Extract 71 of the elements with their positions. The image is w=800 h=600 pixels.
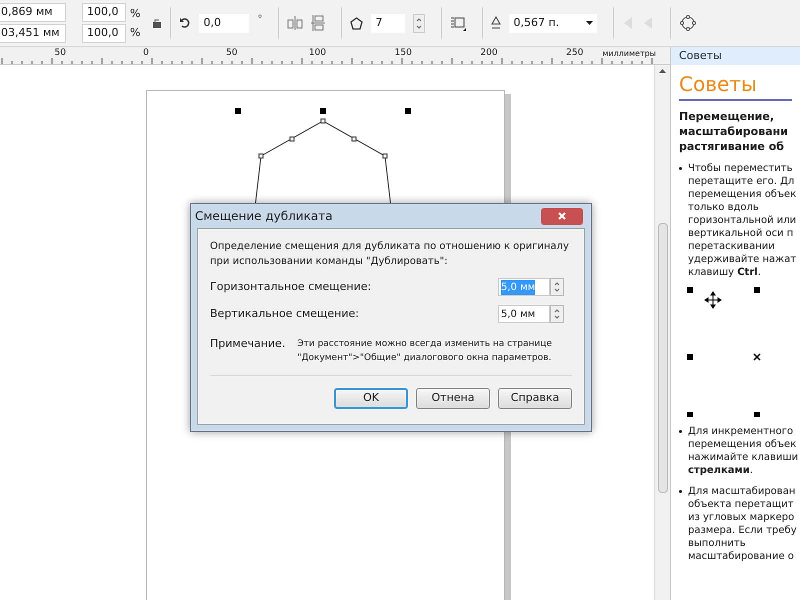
dialog-title: Смещение дубликата xyxy=(195,208,333,225)
tip-text: только вдоль xyxy=(688,201,760,214)
tip-text: Чтобы переместить xyxy=(688,162,794,175)
note-text: Эти расстояние можно всегда изменить на странице "Документ">"Общие" диалогового окна параметров. xyxy=(297,338,553,365)
tip-text: перемещения объек xyxy=(688,438,798,451)
circle-nodes-icon[interactable] xyxy=(679,14,698,32)
tip-text: перетаскивании xyxy=(688,240,776,253)
tip-text: масштабирование о xyxy=(688,550,795,563)
percent-label: % xyxy=(130,6,140,22)
tip-text: Для инкрементного xyxy=(688,425,794,438)
tips-title: Советы xyxy=(679,69,792,101)
bullet-icon xyxy=(679,430,682,433)
tips-heading: Перемещение, xyxy=(679,109,776,124)
dialog-button[interactable]: Отнена xyxy=(416,388,490,409)
close-icon xyxy=(558,212,566,220)
tip-text: выполнить xyxy=(688,537,747,550)
ruler-label: 50 xyxy=(226,47,238,60)
spinner-icon[interactable] xyxy=(413,14,426,32)
mirror-horizontal-icon[interactable] xyxy=(287,16,304,30)
polygon-icon xyxy=(350,16,364,30)
tip-text: удерживайте нажат xyxy=(688,253,796,266)
tip-text: размера. Если требу xyxy=(688,524,797,537)
close-button[interactable] xyxy=(541,208,583,224)
rotation-field[interactable]: 0,0 xyxy=(199,14,250,32)
tip-text: стрелками. xyxy=(688,464,754,477)
tips-heading: масштабировани xyxy=(679,124,789,139)
tip-text: из угловых маркеро xyxy=(688,511,796,524)
scroll-thumb[interactable] xyxy=(658,223,668,493)
sides-field[interactable]: 7 xyxy=(371,14,406,32)
tips-tab[interactable]: Советы xyxy=(671,47,800,65)
dialog-button[interactable]: OK xyxy=(334,388,408,409)
ruler-label: 50 xyxy=(54,47,66,60)
height-scale-field[interactable]: 100,0 xyxy=(82,24,126,43)
tips-heading: растягивание об xyxy=(679,139,785,154)
tip-text: вертикальной оси п xyxy=(688,227,794,240)
tip-text: нажимайте клавиши xyxy=(688,451,798,464)
tip-text: Для масштабирован xyxy=(688,485,796,498)
outline-width-dropdown[interactable]: 0,567 п. xyxy=(509,14,598,32)
tip-text: клавишу Ctrl. xyxy=(688,266,762,279)
dialog-description: Определение смещения для дубликата по отношению к оригиналу при использовании команды "Дублировать": xyxy=(210,240,570,269)
caret-icon xyxy=(586,21,594,25)
bullet-icon xyxy=(679,167,682,170)
dialog-button[interactable]: Справка xyxy=(498,388,572,409)
ruler-label: 0 xyxy=(143,47,149,60)
x-position-field[interactable]: 0,869 мм xyxy=(0,3,66,22)
width-scale-field[interactable]: 100,0 xyxy=(82,3,126,22)
wrap-text-icon[interactable] xyxy=(450,15,466,31)
ruler-label: 100 xyxy=(308,47,326,60)
ruler-label: 150 xyxy=(394,47,412,60)
tip-text: горизонтальной или xyxy=(688,214,796,227)
spinner-icon[interactable] xyxy=(550,305,564,323)
scroll-up-icon[interactable] xyxy=(659,69,666,73)
ruler-label: 250 xyxy=(566,47,584,60)
percent-label: % xyxy=(130,25,140,41)
note-label: Примечание. xyxy=(210,337,286,352)
offset-field[interactable]: 5,0 мм xyxy=(498,305,550,323)
ruler-units: миллиметры xyxy=(602,48,656,60)
y-position-field[interactable]: 03,451 мм xyxy=(0,24,66,43)
tip-text: объекта перетащит xyxy=(688,498,795,511)
ruler-label: 200 xyxy=(480,47,498,60)
spinner-icon[interactable] xyxy=(550,278,564,296)
degree-label: ° xyxy=(257,13,262,27)
lock-icon[interactable] xyxy=(152,18,162,28)
offset-label: Горизонтальное смещение: xyxy=(210,278,372,295)
tip-text: перемещения объек xyxy=(688,188,796,201)
tip-text: перетащите его. Дл xyxy=(688,175,796,188)
mirror-vertical-icon[interactable] xyxy=(311,15,326,31)
bullet-icon xyxy=(679,490,682,493)
offset-label: Вертикальное смещение: xyxy=(210,306,359,322)
vertical-scrollbar[interactable] xyxy=(654,65,670,600)
rotate-icon xyxy=(179,17,192,29)
